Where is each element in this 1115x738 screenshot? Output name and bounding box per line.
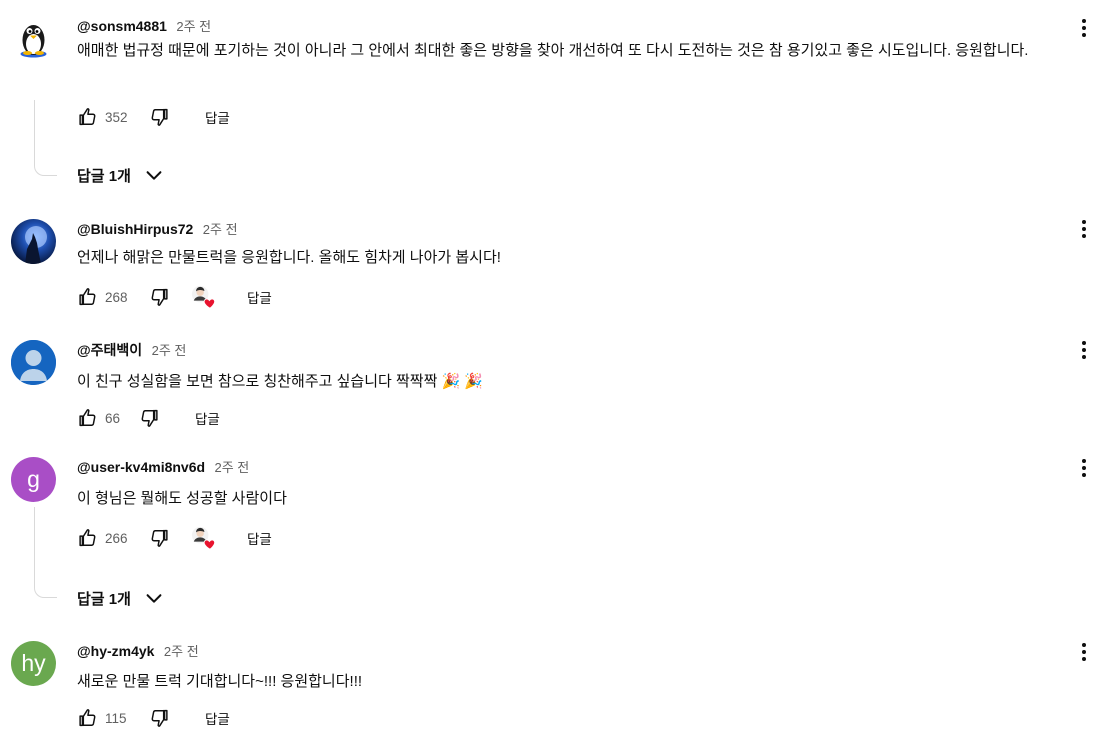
reply-button[interactable]: 답글 <box>195 408 220 428</box>
replies-label: 답글 1개 <box>77 167 131 185</box>
creator-heart-icon <box>191 285 215 309</box>
comment-text: 이 형님은 뭘해도 성공할 사람이다 <box>77 490 287 507</box>
default-person-avatar-icon[interactable] <box>11 340 56 385</box>
view-replies-button[interactable]: 답글 1개 <box>77 163 165 187</box>
like-icon[interactable] <box>76 286 98 308</box>
creator-heart-icon <box>191 526 215 550</box>
comment-thread: @주태백이 2주 전 이 친구 성실함을 보면 참으로 칭찬해주고 싶습니다 짝… <box>0 340 1115 440</box>
comment-thread: g @user-kv4mi8nv6d 2주 전 이 형님은 뭘해도 성공할 사람… <box>0 457 1115 617</box>
dislike-icon[interactable] <box>149 106 171 128</box>
reply-button[interactable]: 답글 <box>247 528 272 548</box>
letter-avatar-icon[interactable]: g <box>11 457 56 502</box>
dislike-icon[interactable] <box>149 707 171 729</box>
comment-author[interactable]: @주태백이 <box>77 342 142 358</box>
thread-connector <box>34 100 57 176</box>
like-icon[interactable] <box>76 527 98 549</box>
comment-thread: hy @hy-zm4yk 2주 전 새로운 만물 트럭 기대합니다~!!! 응원… <box>0 641 1115 738</box>
more-actions-icon[interactable] <box>1074 217 1094 241</box>
reply-button[interactable]: 답글 <box>205 107 230 127</box>
replies-label: 답글 1개 <box>77 590 131 608</box>
comment-time[interactable]: 2주 전 <box>215 460 250 475</box>
reply-button[interactable]: 답글 <box>247 287 272 307</box>
dislike-icon[interactable] <box>139 407 161 429</box>
more-actions-icon[interactable] <box>1074 338 1094 362</box>
more-actions-icon[interactable] <box>1074 16 1094 40</box>
dislike-icon[interactable] <box>149 286 171 308</box>
thread-connector <box>34 507 57 598</box>
comment-text: 애매한 법규정 때문에 포기하는 것이 아니라 그 안에서 최대한 좋은 방향을… <box>77 42 1029 59</box>
comment-author[interactable]: @BluishHirpus72 <box>77 221 193 237</box>
avatar-letter: hy <box>21 650 46 676</box>
like-count: 268 <box>105 289 128 305</box>
comment-text: 이 친구 성실함을 보면 참으로 칭찬해주고 싶습니다 짝짝짝 🎉 🎉 <box>77 373 484 390</box>
comment-time[interactable]: 2주 전 <box>152 343 187 358</box>
like-count: 115 <box>105 710 127 726</box>
comment-author[interactable]: @hy-zm4yk <box>77 643 154 659</box>
comment-time[interactable]: 2주 전 <box>164 644 199 659</box>
like-count: 266 <box>105 530 128 546</box>
comment-author[interactable]: @user-kv4mi8nv6d <box>77 459 205 475</box>
more-actions-icon[interactable] <box>1074 640 1094 664</box>
reply-button[interactable]: 답글 <box>205 708 230 728</box>
comment-time[interactable]: 2주 전 <box>176 19 211 34</box>
more-actions-icon[interactable] <box>1074 456 1094 480</box>
like-count: 66 <box>105 410 121 426</box>
comment-thread: @sonsm4881 2주 전 애매한 법규정 때문에 포기하는 것이 아니라 … <box>0 16 1115 196</box>
comment-text: 새로운 만물 트럭 기대합니다~!!! 응원합니다!!! <box>77 673 363 690</box>
comment-thread: @BluishHirpus72 2주 전 언제나 해맑은 만물트럭을 응원합니다… <box>0 219 1115 319</box>
comment-text: 언제나 해맑은 만물트럭을 응원합니다. 올해도 힘차게 나아가 봅시다! <box>77 249 501 266</box>
like-icon[interactable] <box>76 106 98 128</box>
comment-time[interactable]: 2주 전 <box>203 222 238 237</box>
wolf-moon-avatar-icon[interactable] <box>11 219 56 264</box>
avatar-letter: g <box>27 466 40 492</box>
like-count: 352 <box>105 109 128 125</box>
penguin-avatar-icon[interactable] <box>11 16 56 61</box>
dislike-icon[interactable] <box>149 527 171 549</box>
like-icon[interactable] <box>76 407 98 429</box>
like-icon[interactable] <box>76 707 98 729</box>
comment-author[interactable]: @sonsm4881 <box>77 18 167 34</box>
view-replies-button[interactable]: 답글 1개 <box>77 586 165 610</box>
letter-avatar-icon[interactable]: hy <box>11 641 56 686</box>
chevron-down-icon <box>143 164 165 186</box>
chevron-down-icon <box>143 587 165 609</box>
